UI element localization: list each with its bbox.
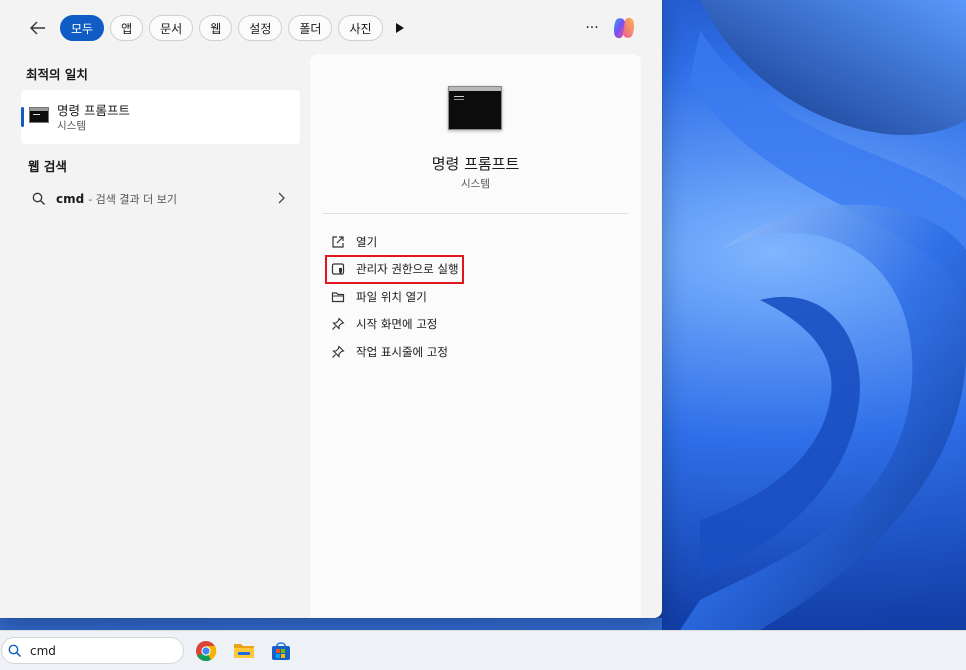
filter-chip-folders[interactable]: 폴더	[288, 15, 333, 41]
action-open[interactable]: 열기	[330, 228, 630, 256]
action-pin-to-taskbar-label: 작업 표시줄에 고정	[356, 344, 448, 359]
search-icon	[32, 192, 45, 205]
action-open-label: 열기	[356, 234, 378, 249]
action-pin-to-taskbar[interactable]: 작업 표시줄에 고정	[330, 338, 630, 366]
pin-icon	[330, 316, 346, 332]
best-match-name: 명령 프롬프트	[57, 103, 130, 118]
web-search-more-label: - 검색 결과 더 보기	[88, 193, 178, 206]
best-match-result[interactable]: 명령 프롬프트 시스템	[21, 90, 300, 144]
search-panel: 모두 앱 문서 웹 설정 폴더 사진 ··· 최적의 일치 명령 프롬프트 시스…	[0, 0, 662, 618]
filter-chip-all[interactable]: 모두	[60, 15, 105, 41]
pin-icon	[330, 344, 346, 360]
back-arrow-icon	[30, 21, 45, 35]
action-open-file-location-label: 파일 위치 열기	[356, 289, 427, 304]
detail-subtitle: 시스템	[461, 178, 490, 190]
best-match-type: 시스템	[57, 120, 86, 132]
web-search-query: cmd	[56, 192, 85, 206]
filter-chip-web[interactable]: 웹	[199, 15, 233, 41]
filter-bar: 모두 앱 문서 웹 설정 폴더 사진	[26, 14, 411, 42]
filter-chip-documents[interactable]: 문서	[149, 15, 194, 41]
filter-chip-photos[interactable]: 사진	[338, 15, 383, 41]
detail-title: 명령 프롬프트	[431, 155, 520, 173]
action-pin-to-start-label: 시작 화면에 고정	[356, 317, 438, 332]
best-match-heading: 최적의 일치	[26, 67, 88, 82]
open-external-icon	[330, 234, 346, 250]
web-search-result[interactable]: cmd - 검색 결과 더 보기	[21, 186, 300, 212]
search-icon	[8, 644, 22, 657]
filter-chip-apps[interactable]: 앱	[110, 15, 144, 41]
copilot-icon[interactable]	[611, 15, 637, 41]
action-run-as-admin[interactable]: 관리자 권한으로 실행	[325, 254, 630, 284]
play-icon	[395, 23, 404, 33]
microsoft-store-icon[interactable]	[270, 640, 292, 662]
taskbar-search-input[interactable]	[28, 642, 172, 659]
more-options-button[interactable]: ···	[580, 16, 604, 40]
filter-chip-settings[interactable]: 설정	[238, 15, 283, 41]
more-filters-button[interactable]	[389, 15, 411, 41]
action-open-file-location[interactable]: 파일 위치 열기	[330, 283, 630, 311]
folder-icon	[330, 289, 346, 305]
command-prompt-icon	[29, 107, 49, 123]
command-prompt-large-icon	[448, 86, 502, 130]
file-explorer-icon[interactable]	[233, 640, 255, 662]
detail-pane: 명령 프롬프트 시스템 열기 관리자 권한으로 실행 파일 위치 열기 시작 화…	[310, 54, 641, 618]
back-button[interactable]	[26, 16, 50, 40]
chevron-right-icon	[278, 192, 285, 204]
taskbar-search-box[interactable]	[1, 637, 184, 664]
divider	[323, 213, 628, 214]
action-pin-to-start[interactable]: 시작 화면에 고정	[330, 311, 630, 339]
highlight-box	[325, 254, 464, 284]
action-list: 열기 관리자 권한으로 실행 파일 위치 열기 시작 화면에 고정 작업 표시줄…	[325, 228, 630, 366]
web-search-heading: 웹 검색	[28, 159, 67, 174]
selection-indicator	[21, 107, 24, 127]
taskbar	[0, 630, 966, 670]
chrome-icon[interactable]	[195, 640, 217, 662]
